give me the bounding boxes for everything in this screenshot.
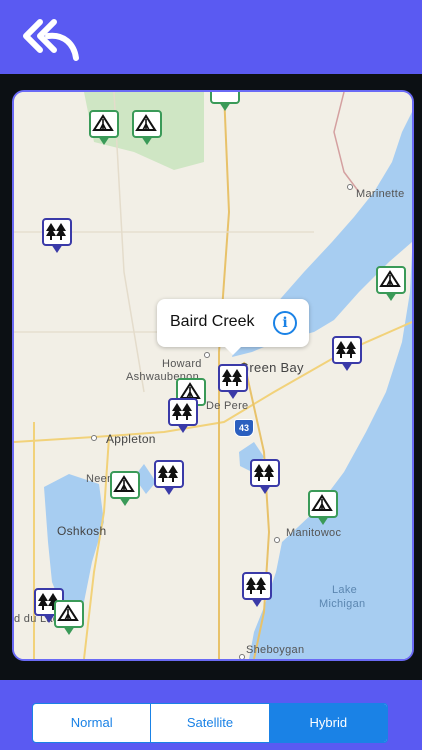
park-pin[interactable] [332,336,362,376]
tent-icon [311,494,333,511]
label-oshkosh: Oshkosh [57,524,107,538]
label-marinette: Marinette [356,188,405,200]
segment-hybrid[interactable]: Hybrid [268,704,387,742]
double-back-arrow-icon [23,19,79,61]
back-button[interactable] [22,18,82,62]
tent-icon [379,270,401,287]
interstate-shield: 43 [234,419,254,437]
trees-icon [172,403,192,420]
park-pin[interactable] [154,460,184,500]
campground-pin[interactable] [132,110,162,150]
park-pin[interactable] [242,572,272,612]
park-pin[interactable] [218,364,248,404]
trees-icon [336,341,356,358]
park-pin[interactable] [42,218,72,258]
callout-tail [225,347,241,355]
map-callout[interactable]: Baird Creek i [157,299,309,355]
label-lake-1: Lake [332,584,358,596]
tent-icon [135,114,157,131]
label-lake-2: Michigan [319,598,366,610]
park-pin[interactable] [250,459,280,499]
top-bar [0,0,422,74]
info-icon[interactable]: i [273,311,297,335]
callout-title: Baird Creek [170,313,255,330]
trees-icon [158,465,178,482]
trees-icon [222,369,242,386]
tent-icon [92,114,114,131]
campground-pin[interactable] [89,110,119,150]
tent-icon [113,475,135,492]
campground-pin[interactable] [110,471,140,511]
label-appleton: Appleton [106,432,156,446]
trees-icon [246,577,266,594]
label-howard: Howard [162,358,202,370]
map-view[interactable]: Marinette Howard Green Bay Ashwaubenon D… [12,90,414,661]
label-green-bay: Green Bay [239,360,304,375]
segment-normal[interactable]: Normal [33,704,150,742]
tent-icon [57,604,79,621]
segment-satellite[interactable]: Satellite [150,704,268,742]
trees-icon [254,464,274,481]
label-sheboygan: Sheboygan [246,644,305,656]
park-pin[interactable] [168,398,198,438]
trees-icon [46,223,66,240]
campground-pin[interactable] [308,490,338,530]
campground-pin[interactable] [210,92,240,116]
map-type-segmented-control[interactable]: Normal Satellite Hybrid [32,703,388,743]
campground-pin[interactable] [376,266,406,306]
campground-pin[interactable] [54,600,84,640]
